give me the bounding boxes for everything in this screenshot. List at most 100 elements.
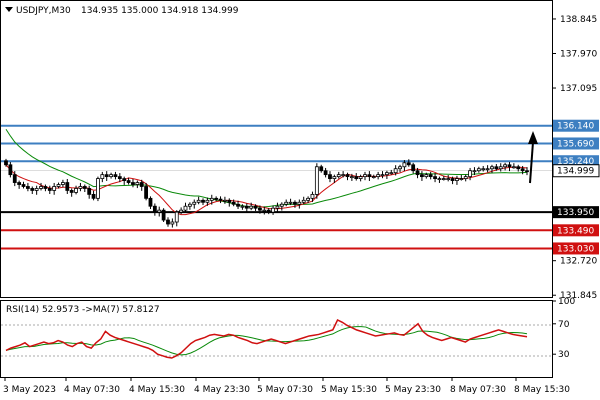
candle-body — [349, 176, 354, 179]
candle-body — [74, 188, 78, 193]
price-pane — [0, 0, 553, 298]
candle-body — [363, 174, 367, 178]
candle-body — [433, 176, 437, 179]
candle-body — [328, 174, 332, 180]
level-133030-label: 133.030 — [557, 244, 594, 254]
candle-body — [376, 174, 381, 178]
candle-body — [56, 184, 61, 187]
candle-body — [384, 172, 389, 176]
time-tick-label: 8 May 15:30 — [514, 385, 570, 395]
candle-body — [498, 166, 503, 170]
time-tick-label: 8 May 07:30 — [450, 385, 506, 395]
candle-body — [104, 174, 109, 178]
level-133490-label: 133.490 — [557, 226, 594, 236]
candle-body — [271, 207, 275, 213]
price-tick-label: 138.845 — [560, 15, 597, 25]
candle-body — [446, 178, 451, 181]
time-tick-label: 4 May 07:30 — [64, 385, 120, 395]
candle-body — [266, 209, 271, 213]
candle-body — [472, 170, 477, 173]
candle-body — [21, 184, 26, 187]
candle-body — [87, 188, 92, 195]
candle-body — [196, 199, 201, 203]
candle-body — [455, 178, 459, 181]
candle-body — [420, 174, 424, 178]
candle-body — [65, 182, 70, 191]
price-tick-label: 137.095 — [560, 84, 597, 94]
candle-body — [415, 170, 420, 176]
candle-body — [214, 197, 219, 200]
candle-body — [511, 166, 516, 169]
candle-body — [82, 186, 87, 189]
candle-body — [161, 209, 166, 221]
candle-body — [485, 168, 490, 171]
candle-body — [43, 186, 48, 189]
candle-body — [34, 188, 39, 191]
candle-body — [78, 186, 83, 189]
candle-body — [30, 188, 35, 191]
candle-body — [201, 199, 205, 203]
candle-body — [39, 186, 43, 189]
candle-body — [240, 205, 245, 208]
current-price-tag: 134.999 — [552, 164, 600, 178]
candle-body — [371, 176, 376, 179]
candle-body — [288, 201, 293, 204]
candle-body — [428, 174, 433, 178]
rsi-tick-label: 100 — [558, 297, 575, 307]
candle-body — [314, 166, 319, 195]
candle-body — [293, 201, 297, 205]
candle-body — [319, 166, 324, 172]
rsi-tick-label: 70 — [558, 320, 570, 330]
rsi-label: RSI(14) 52.9573 ->MA(7) 57.8127 — [6, 305, 160, 315]
candle-body — [393, 168, 398, 174]
candle-body — [450, 178, 455, 181]
candle-body — [144, 186, 149, 199]
candle-body — [389, 172, 394, 175]
time-axis: 3 May 2023 4 May 07:30 4 May 15:30 4 May 23… — [3, 377, 570, 395]
chart-canvas: USDJPY,M30 134.935 135.000 134.918 134.9… — [0, 0, 600, 395]
time-tick-label: 5 May 07:30 — [257, 385, 313, 395]
candle-body — [179, 209, 184, 213]
candle-body — [406, 162, 411, 166]
candle-body — [8, 164, 13, 176]
candle-body — [441, 178, 446, 181]
candle-body — [358, 176, 363, 179]
candle-body — [61, 182, 65, 185]
candle-body — [183, 205, 188, 211]
candle-body — [69, 190, 74, 193]
symbol-label: USDJPY,M30 — [16, 6, 71, 16]
candle-body — [380, 174, 385, 177]
candle-body — [336, 174, 341, 178]
candle-body — [117, 176, 122, 179]
time-tick-label: 3 May 2023 — [3, 385, 56, 395]
candle-body — [227, 199, 232, 203]
candle-body — [47, 188, 52, 191]
candle-body — [152, 205, 157, 213]
candle-body — [284, 201, 289, 205]
candle-body — [411, 164, 416, 172]
time-tick-label: 4 May 15:30 — [129, 385, 185, 395]
candle-body — [345, 174, 350, 178]
candle-body — [91, 193, 96, 199]
candle-body — [367, 174, 372, 178]
level-135690-label: 135.690 — [557, 139, 594, 149]
candle-body — [218, 198, 223, 201]
candle-body — [231, 201, 236, 205]
candle-body — [437, 178, 442, 181]
candle-body — [52, 186, 57, 191]
candle-body — [131, 182, 135, 185]
candle-body — [187, 203, 192, 207]
candle-body — [310, 193, 315, 199]
candle-body — [341, 174, 346, 177]
candle-body — [157, 209, 162, 213]
candle-body — [135, 182, 140, 185]
price-tick-label: 137.970 — [560, 49, 597, 59]
time-tick-label: 4 May 23:30 — [194, 385, 250, 395]
candle-body — [516, 166, 521, 170]
candle-body — [209, 197, 214, 201]
candle-body — [275, 205, 280, 209]
candle-body — [262, 209, 267, 212]
candle-body — [463, 176, 468, 179]
candle-body — [25, 186, 30, 189]
candle-body — [100, 174, 105, 180]
